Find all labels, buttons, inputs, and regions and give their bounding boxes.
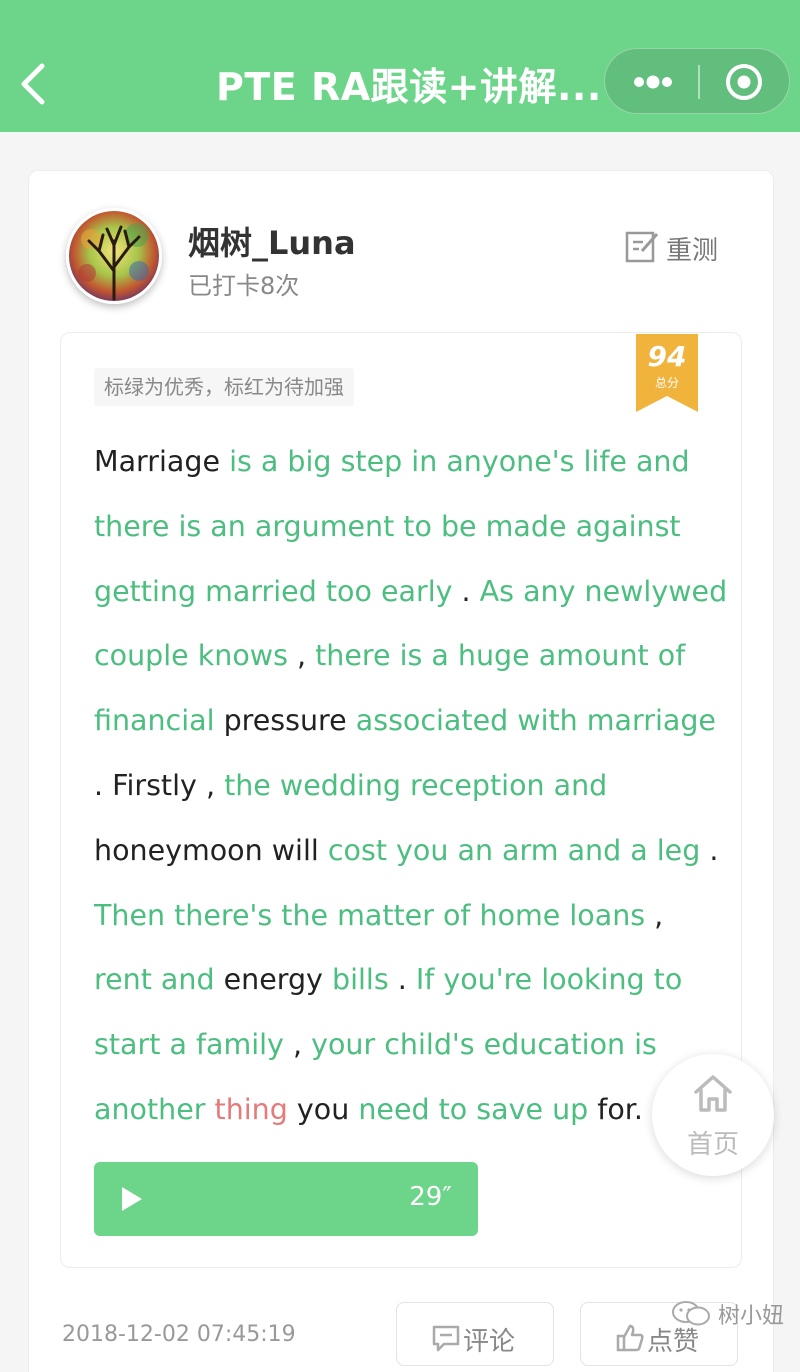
passage-segment-normal <box>205 1093 214 1126</box>
passage-segment-good: the wedding reception and <box>224 768 608 802</box>
passage-segment-normal: honeymoon will <box>94 833 328 867</box>
page-title: PTE RA跟读+讲解... <box>216 65 602 109</box>
passage-segment-normal: energy <box>214 963 332 997</box>
passage-segment-good: If you're looking to <box>415 963 683 997</box>
passage-line: couple knows , there is a huge amount of <box>94 624 714 689</box>
username: 烟树_Luna <box>188 224 356 262</box>
home-button[interactable]: 首页 <box>652 1054 774 1176</box>
passage-segment-normal: for. <box>588 1092 643 1126</box>
color-legend-hint: 标绿为优秀，标红为待加强 <box>94 368 354 406</box>
passage-segment-good: start a family <box>94 1028 284 1062</box>
passage-segment-good: associated with marriage <box>355 704 716 738</box>
passage-segment-normal <box>220 445 229 478</box>
passage-segment-normal: , <box>287 639 316 673</box>
play-icon <box>122 1187 142 1211</box>
passage-segment-good: financial <box>94 704 215 738</box>
passage-segment-normal: Marriage <box>94 445 220 478</box>
passage-line: . Firstly , the wedding reception and <box>94 754 714 819</box>
wechat-watermark: 树小妞 <box>670 1296 796 1332</box>
comment-icon <box>432 1325 460 1352</box>
evaluated-passage: Marriage is a big step in anyone's life … <box>94 430 727 1143</box>
back-button[interactable] <box>14 56 54 112</box>
edit-icon <box>625 231 659 263</box>
app-root: PTE RA跟读+讲解... 烟树_Luna 已打卡8次 重测 标绿为优秀，标红… <box>0 0 800 1372</box>
passage-segment-bad: thing <box>214 1092 288 1126</box>
home-label: 首页 <box>686 1130 739 1160</box>
total-score: 94 <box>647 340 687 373</box>
passage-line: Then there's the matter of home loans , <box>94 884 714 949</box>
passage-line: start a family , your child's education … <box>94 1013 714 1078</box>
avatar[interactable] <box>66 208 162 304</box>
passage-segment-good: bills <box>331 963 389 997</box>
passage-segment-normal: , <box>283 1028 312 1062</box>
passage-segment-normal: . <box>452 574 480 608</box>
passage-segment-normal: , <box>645 898 664 932</box>
post-timestamp: 2018-12-02 07:45:19 <box>62 1322 296 1347</box>
passage-line: financial pressure associated with marri… <box>94 689 716 754</box>
passage-segment-good: another <box>94 1092 206 1126</box>
home-icon <box>694 1075 732 1112</box>
mini-program-capsule <box>604 48 790 114</box>
more-button[interactable] <box>605 49 697 115</box>
retest-label: 重测 <box>666 236 719 266</box>
passage-segment-normal: pressure <box>214 704 356 738</box>
passage-line: rent and energy bills . If you're lookin… <box>94 948 714 1013</box>
passage-segment-good: couple knows <box>94 639 288 673</box>
audio-duration: 29″ <box>409 1182 452 1212</box>
passage-line: Marriage is a big step in anyone's life … <box>94 430 714 495</box>
more-dots-icon <box>634 75 672 89</box>
watermark-text: 树小妞 <box>718 1304 785 1329</box>
passage-line: honeymoon will cost you an arm and a leg… <box>94 819 718 884</box>
passage-segment-normal: . Firstly , <box>94 768 225 802</box>
wechat-chat-icon <box>672 1301 710 1326</box>
audio-play-button[interactable]: 29″ <box>94 1162 478 1236</box>
passage-segment-good: your child's education is <box>311 1028 657 1062</box>
total-score-label: 总分 <box>654 376 679 390</box>
passage-segment-normal: . <box>388 963 416 997</box>
passage-line: there is an argument to be made against <box>94 495 714 560</box>
passage-segment-normal: . <box>700 833 719 867</box>
passage-segment-good: cost you an arm and a leg <box>327 833 701 867</box>
comment-button[interactable]: 评论 <box>396 1302 554 1366</box>
passage-segment-normal: you <box>287 1092 359 1126</box>
passage-segment-good: there is a huge amount of <box>315 639 686 673</box>
thumbs-up-icon <box>616 1324 644 1352</box>
passage-segment-good: there is an argument to be made against <box>94 509 681 543</box>
target-circle-icon <box>726 64 762 100</box>
passage-line: another thing you need to save up for. <box>94 1078 714 1143</box>
passage-line: getting married too early . As any newly… <box>94 560 727 625</box>
passage-segment-good: getting married too early <box>94 574 453 608</box>
retest-button[interactable]: 重测 <box>624 226 724 266</box>
chevron-left-icon <box>21 63 45 105</box>
top-navbar: PTE RA跟读+讲解... <box>0 0 800 132</box>
passage-segment-good: Then there's the matter of home loans <box>94 898 646 932</box>
passage-segment-good: As any newlywed <box>479 574 728 608</box>
passage-segment-good: is a big step in anyone's life and <box>229 445 690 478</box>
passage-segment-good: need to save up <box>358 1092 589 1126</box>
checkin-count: 已打卡8次 <box>188 272 300 300</box>
comment-label: 评论 <box>463 1327 516 1357</box>
close-button[interactable] <box>700 49 791 115</box>
passage-segment-good: rent and <box>94 963 215 997</box>
tree-avatar-icon <box>69 211 159 301</box>
